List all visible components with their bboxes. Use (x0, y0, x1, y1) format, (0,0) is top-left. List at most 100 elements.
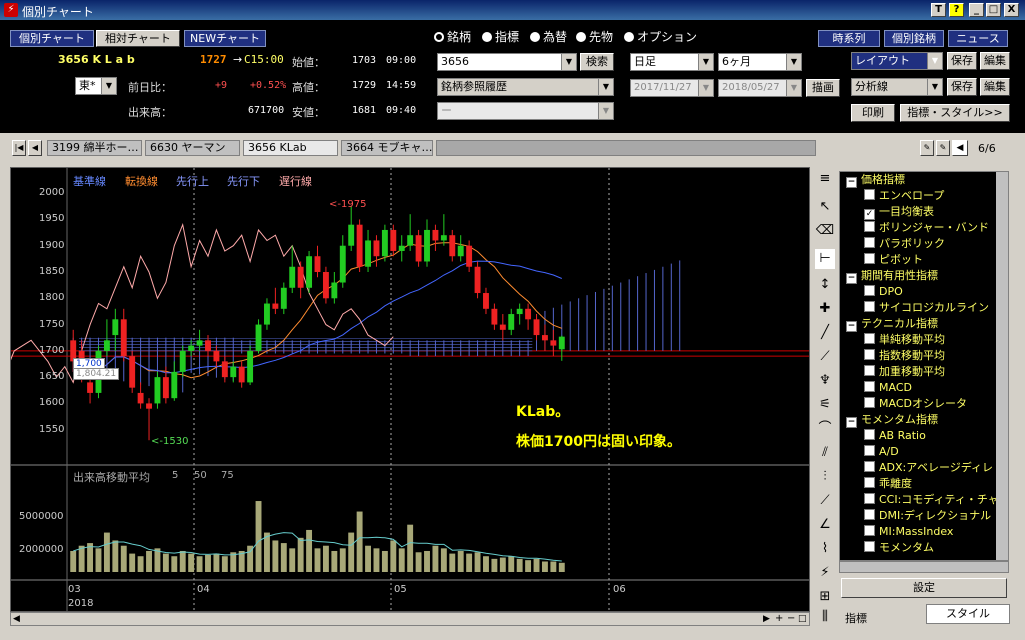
layout-save-button[interactable]: 保存 (947, 52, 977, 70)
chart-area[interactable]: 基準線 転換線 先行上 先行下 遅行線 2000 1950 1900 1850 1800… (10, 167, 810, 612)
checkbox[interactable] (864, 541, 875, 552)
minimize-button[interactable]: _ (969, 3, 984, 17)
help-button[interactable]: ? (949, 3, 964, 17)
interval-select[interactable]: 日足 ▼ (630, 53, 714, 71)
blank-select[interactable]: ー ▼ (437, 102, 614, 120)
radio-futures[interactable]: 先物 (576, 28, 613, 45)
fan-icon[interactable]: ⟋ (815, 347, 835, 367)
indicator-item[interactable]: CCI:コモディティ・チャ (864, 492, 999, 508)
checkbox[interactable] (864, 365, 875, 376)
indicator-group[interactable]: − テクニカル指標 (846, 316, 938, 332)
indicator-item[interactable]: 加重移動平均 (864, 364, 945, 380)
tab-indicator[interactable]: 指標 (845, 610, 867, 626)
prev-tab-button[interactable]: ◀ (28, 140, 42, 156)
from-date[interactable]: 2017/11/27 ▼ (630, 79, 714, 97)
zoom-out-icon[interactable]: − (787, 613, 795, 625)
history-select[interactable]: 銘柄参照履歴 ▼ (437, 78, 614, 96)
collapse-icon[interactable]: − (846, 273, 857, 284)
checkbox[interactable] (864, 349, 875, 360)
checkbox[interactable] (864, 429, 875, 440)
checkbox[interactable] (864, 509, 875, 520)
print-button[interactable]: 印刷 (851, 104, 895, 122)
cursor-icon[interactable]: ↖ (815, 197, 835, 217)
news-button[interactable]: ニュース (948, 30, 1008, 47)
checkbox[interactable] (864, 381, 875, 392)
maximize-button[interactable]: □ (986, 3, 1001, 17)
radio-option[interactable]: オプション (624, 28, 697, 45)
menu-icon[interactable]: ≡ (815, 169, 835, 189)
indicator-group[interactable]: − 期間有用性指標 (846, 268, 938, 284)
stock-code-input[interactable]: 3656 ▼ (437, 53, 577, 71)
chart-scrollbar[interactable]: ◀ ▶ + − □ (10, 612, 810, 626)
indicator-item[interactable]: MACDオシレータ (864, 396, 967, 412)
price-chart[interactable] (11, 168, 809, 611)
indicator-item[interactable]: ボリンジャー・バンド (864, 220, 989, 236)
relative-chart-button[interactable]: 相対チャート (96, 30, 180, 47)
checkbox[interactable] (864, 397, 875, 408)
zoom-in-icon[interactable]: + (775, 613, 783, 625)
back-arrow-icon[interactable]: ◀ (952, 140, 968, 156)
analysis-edit-button[interactable]: 編集 (980, 78, 1010, 96)
indicator-item[interactable]: ピボット (864, 252, 923, 268)
to-date[interactable]: 2018/05/27 ▼ (718, 79, 802, 97)
cycle-icon[interactable]: ⫶ (815, 467, 835, 487)
indicator-item[interactable]: パラボリック (864, 236, 945, 252)
indicator-item[interactable]: 乖離度 (864, 476, 912, 492)
tab-6630[interactable]: 6630 ヤーマン (145, 140, 240, 156)
draw-button[interactable]: 描画 (806, 79, 840, 97)
indicator-item[interactable]: 指数移動平均 (864, 348, 945, 364)
new-chart-button[interactable]: NEWチャート (184, 30, 266, 47)
range-select[interactable]: 6ヶ月 ▼ (718, 53, 802, 71)
style-toggle-button[interactable]: 指標・スタイル>> (900, 104, 1010, 122)
indicator-item[interactable]: DPO (864, 284, 903, 300)
indicator-item[interactable]: A/D (864, 444, 899, 460)
pen-icon[interactable]: ✎ (920, 140, 934, 156)
grid-icon[interactable]: ⊞ (815, 587, 835, 607)
indicator-item[interactable]: MACD (864, 380, 912, 396)
radio-fx[interactable]: 為替 (530, 28, 567, 45)
individual-stock-button[interactable]: 個別銘柄 (884, 30, 944, 47)
checkbox[interactable] (864, 445, 875, 456)
arc-icon[interactable]: ⌒ (815, 419, 835, 439)
checkbox[interactable] (864, 493, 875, 504)
indicator-scrollbar[interactable] (996, 172, 1008, 560)
ray-icon[interactable]: ⟋ (815, 491, 835, 511)
eraser-icon[interactable]: ⌫ (815, 221, 835, 241)
checkbox[interactable] (864, 333, 875, 344)
scroll-left-icon[interactable]: ◀ (13, 613, 20, 625)
checkbox[interactable] (864, 221, 875, 232)
indicator-item[interactable]: モメンタム (864, 540, 934, 556)
timeseries-button[interactable]: 時系列 (818, 30, 880, 47)
indicator-item[interactable]: エンベロープ (864, 188, 944, 204)
zigzag-icon[interactable]: ⚡ (815, 563, 835, 583)
indicator-item[interactable]: AB Ratio (864, 428, 926, 444)
checkbox[interactable] (864, 525, 875, 536)
close-button[interactable]: X (1004, 3, 1019, 17)
radio-index[interactable]: 指標 (482, 28, 519, 45)
first-tab-button[interactable]: |◀ (12, 140, 26, 156)
indicator-item[interactable]: 単純移動平均 (864, 332, 945, 348)
indicator-item[interactable]: DMI:ディレクショナル (864, 508, 991, 524)
individual-chart-button[interactable]: 個別チャート (10, 30, 94, 47)
checkbox[interactable] (864, 477, 875, 488)
channel-icon[interactable]: ⫽ (815, 443, 835, 463)
indicator-item[interactable]: ✓ 一目均衡表 (864, 204, 934, 220)
scroll-right-icon[interactable]: ▶ (763, 613, 770, 625)
checkbox[interactable] (864, 253, 875, 264)
indicator-hscroll[interactable] (839, 561, 1009, 573)
settings-button[interactable]: 設定 (841, 578, 1007, 598)
theme-button[interactable]: T (931, 3, 946, 17)
pen2-icon[interactable]: ✎ (936, 140, 950, 156)
collapse-icon[interactable]: − (846, 177, 857, 188)
indicator-item[interactable]: サイコロジカルライン (864, 300, 989, 316)
indicator-group[interactable]: − モメンタム指標 (846, 412, 938, 428)
collapse-icon[interactable]: − (846, 417, 857, 428)
market-select[interactable]: 東* ▼ (75, 77, 117, 95)
analysis-select[interactable]: 分析線 ▼ (851, 78, 943, 96)
tab-3656[interactable]: 3656 KLab (243, 140, 338, 156)
checkbox[interactable] (864, 461, 875, 472)
indicator-group[interactable]: − 価格指標 (846, 172, 905, 188)
angle-icon[interactable]: ∠ (815, 515, 835, 535)
indicator-item[interactable]: ADX:アベレージディレ (864, 460, 993, 476)
checkbox[interactable] (864, 237, 875, 248)
